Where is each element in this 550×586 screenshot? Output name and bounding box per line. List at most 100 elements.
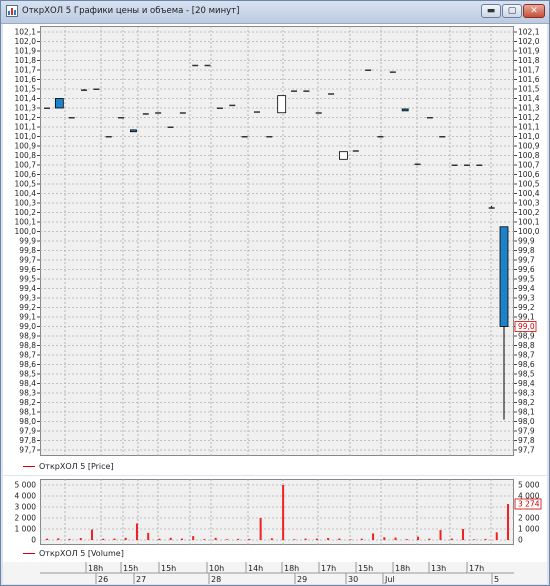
volume-bar [46, 538, 48, 540]
price-candle [303, 90, 310, 92]
volume-bar [282, 485, 285, 540]
price-tick-label-right: 100,7 [518, 161, 540, 170]
price-legend-label: ОткрХОЛ 5 [Price] [39, 462, 114, 471]
chart-app-icon [6, 5, 18, 17]
price-tick-label-left: 100,1 [15, 218, 37, 227]
price-tick-label-left: 99,9 [19, 237, 36, 246]
price-tick-label-left: 98,7 [19, 351, 36, 360]
price-candle [499, 226, 509, 327]
price-legend: ОткрХОЛ 5 [Price] [23, 462, 114, 471]
price-candle [463, 164, 470, 166]
price-candle [93, 88, 100, 90]
price-tick-label-right: 101,3 [518, 104, 540, 113]
price-candle [328, 93, 335, 95]
price-tick-label-right: 98,7 [518, 351, 535, 360]
volume-bar [237, 538, 240, 540]
volume-bar [394, 537, 397, 540]
price-tick-label-left: 99,3 [19, 294, 36, 303]
price-tick-label-left: 99,2 [19, 303, 36, 312]
volume-bar [79, 538, 82, 540]
title-bar[interactable]: ОткрХОЛ 5 Графики цены и объема - [20 ми… [1, 1, 549, 24]
time-hour-label: 18h [88, 564, 103, 573]
volume-bar [338, 538, 341, 540]
price-tick-label-right: 99,1 [518, 313, 535, 322]
price-tick-label-right: 98,0 [518, 417, 535, 426]
price-tick-label-right: 98,8 [518, 341, 535, 350]
time-date-label: 27 [136, 575, 146, 584]
price-tick-label-left: 100,2 [15, 208, 37, 217]
price-tick-label-right: 97,8 [518, 436, 535, 445]
volume-tick-label-left: 3 000 [15, 503, 37, 512]
time-hour-label: 15h [123, 564, 138, 573]
price-candle [253, 111, 260, 113]
time-axis-svg: 18h 15h 15h 10h 14h 18h 17h 15h 18h 13h 17h 26 27 28 2… [40, 562, 514, 584]
price-candle [204, 64, 211, 67]
volume-legend-label: ОткрХОЛ 5 [Volume] [39, 549, 124, 558]
price-tick-label-left: 100,4 [15, 189, 37, 198]
time-date-label: 30 [348, 575, 358, 584]
volume-bar [192, 536, 195, 540]
price-tick-label-left: 101,9 [15, 47, 37, 56]
maximize-button[interactable]: ▢ [502, 4, 522, 18]
price-candle [451, 164, 458, 166]
volume-bar [315, 538, 318, 540]
price-tick-label-left: 100,6 [15, 170, 37, 179]
volume-bar [124, 537, 127, 540]
volume-bar [135, 523, 138, 540]
window-title: ОткрХОЛ 5 Графики цены и объема - [20 ми… [22, 6, 240, 16]
price-tick-label-left: 100,3 [15, 199, 37, 208]
price-tick-label-left: 100,8 [15, 151, 37, 160]
price-tick-label-right: 100,1 [518, 218, 540, 227]
price-tick-label-left: 99,4 [19, 284, 36, 293]
time-date-label: 5 [494, 575, 499, 584]
close-button[interactable]: ✕ [523, 4, 545, 18]
price-tick-label-right: 100,6 [518, 170, 540, 179]
price-tick-label-left: 97,8 [19, 436, 36, 445]
time-axis: 18h 15h 15h 10h 14h 18h 17h 15h 18h 13h 17h 26 27 28 2… [3, 562, 547, 584]
price-chart: 102,1 102,1102,0 102,0101,9 101,9101,8 101,8… [15, 26, 540, 456]
volume-tick-label-right: 1 000 [518, 525, 540, 534]
volume-bar [360, 538, 363, 540]
price-tick-label-right: 100,4 [518, 189, 540, 198]
price-tick-label-left: 101,8 [15, 56, 37, 65]
price-tick-label-right: 100,2 [518, 208, 540, 217]
price-tick-label-left: 98,2 [19, 398, 36, 407]
price-candle [68, 117, 75, 119]
price-tick-label-left: 101,4 [15, 94, 37, 103]
price-tick-label-left: 99,5 [19, 275, 36, 284]
price-tick-label-left: 100,9 [15, 142, 37, 151]
price-tick-label-left: 98,1 [19, 408, 36, 417]
volume-legend-swatch [23, 553, 35, 554]
price-candle [315, 112, 322, 114]
price-candle [130, 129, 137, 133]
volume-bar [327, 538, 330, 540]
price-tick-label-left: 101,2 [15, 113, 37, 122]
time-hour-label: 10h [209, 564, 224, 573]
time-date-label: 28 [211, 575, 221, 584]
price-tick-label-right: 101,4 [518, 94, 540, 103]
price-candle [118, 117, 125, 119]
price-tick-label-left: 100,5 [15, 180, 37, 189]
minimize-button[interactable]: ▬ [481, 4, 501, 18]
time-hour-label: 13h [431, 564, 446, 573]
price-tick-label-right: 99,8 [518, 246, 535, 255]
price-tick-label-right: 101,6 [518, 75, 540, 84]
volume-bar [147, 532, 150, 540]
volume-bar [383, 537, 386, 540]
price-tick-label-left: 99,8 [19, 246, 36, 255]
price-candle [352, 150, 359, 152]
volume-bar [180, 538, 183, 540]
price-tick-label-left: 101,0 [15, 132, 37, 141]
price-tick-label-left: 99,7 [19, 256, 36, 265]
volume-bar [417, 536, 420, 540]
price-tick-label-right: 102,1 [518, 28, 540, 37]
chart-window: ОткрХОЛ 5 Графики цены и объема - [20 ми… [0, 0, 550, 586]
time-hour-label: 17h [321, 564, 336, 573]
time-date-label: 29 [297, 575, 307, 584]
price-candle [476, 164, 483, 166]
price-tick-label-right: 97,7 [518, 446, 535, 455]
price-tick-label-right: 102,0 [518, 37, 540, 46]
volume-bar [158, 538, 161, 540]
volume-tick-label-right: 0 [518, 536, 523, 545]
volume-bar [450, 538, 453, 540]
